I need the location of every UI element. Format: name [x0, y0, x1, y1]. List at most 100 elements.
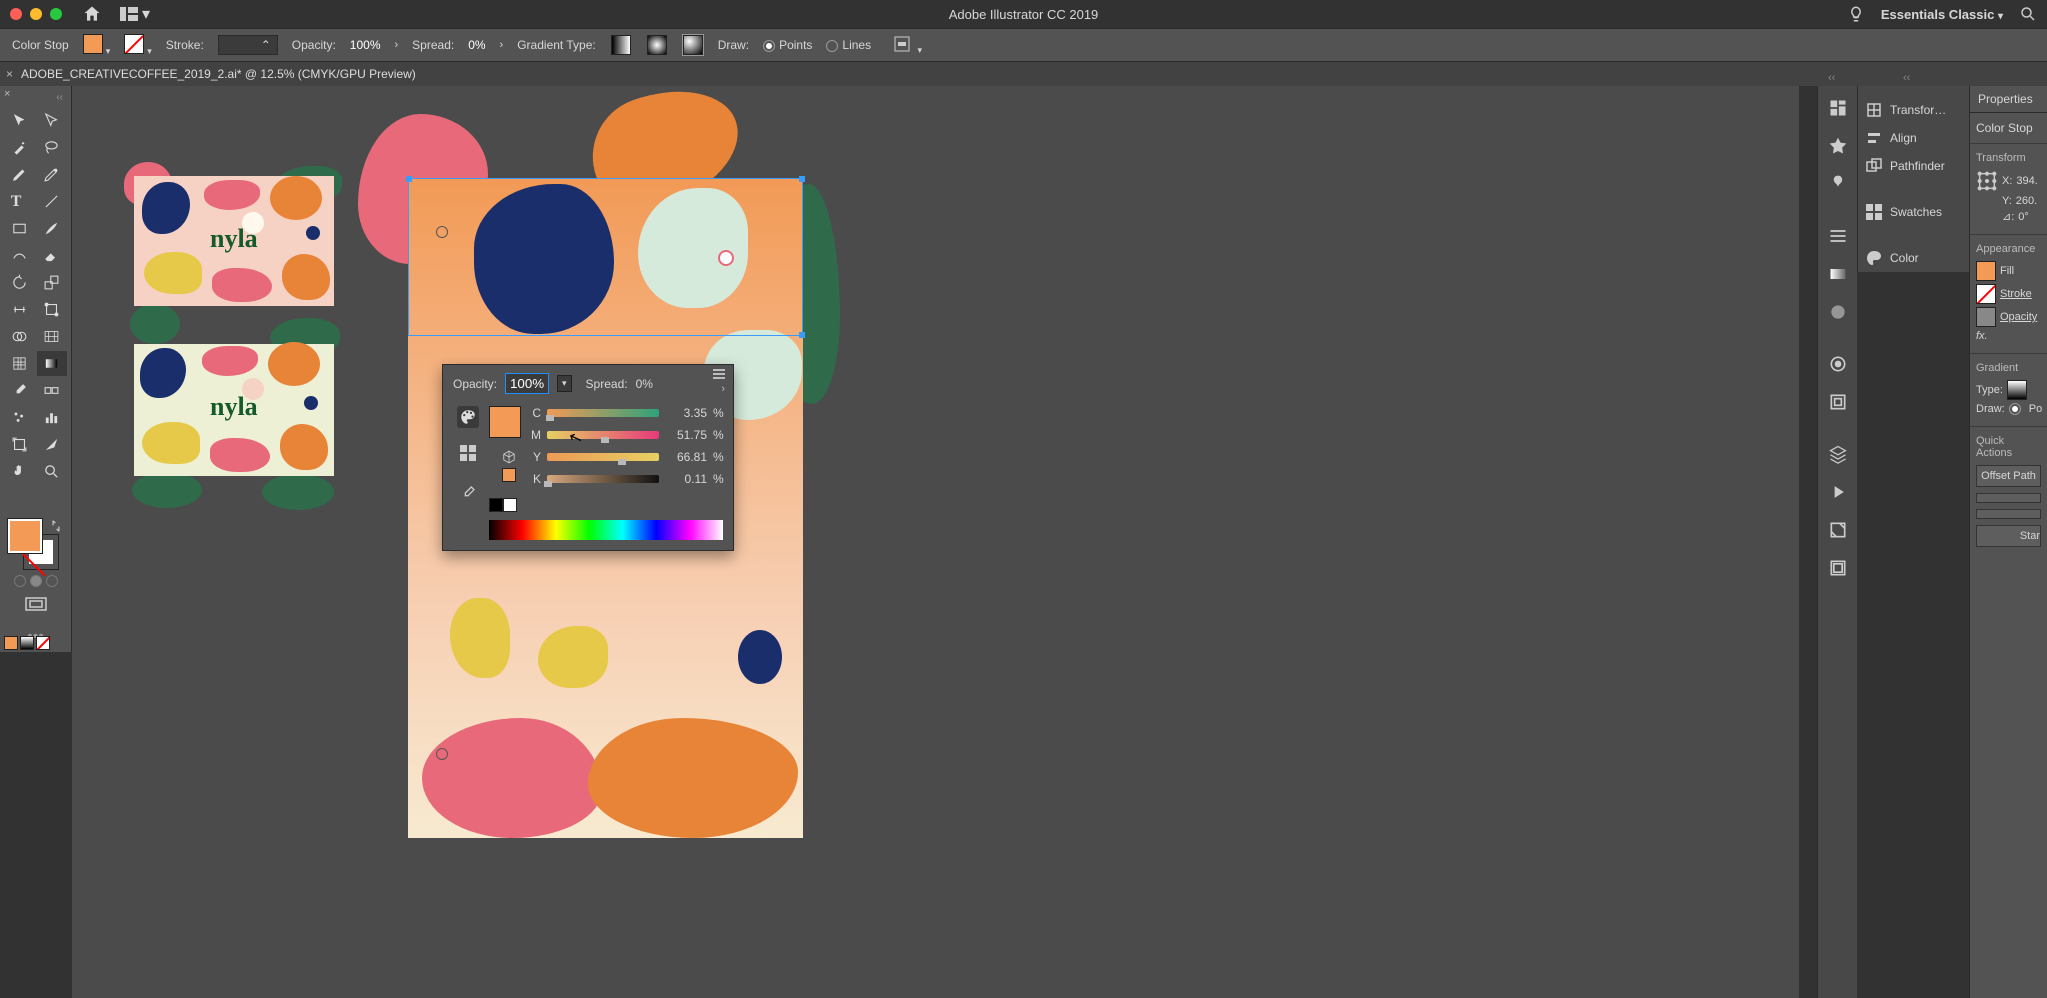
popup-expand-icon[interactable]: › [721, 383, 725, 395]
document-tab[interactable]: ADOBE_CREATIVECOFFEE_2019_2.ai* @ 12.5% … [21, 67, 416, 81]
spectrum-bar[interactable] [489, 520, 723, 540]
draw-lines-radio[interactable]: Lines [826, 38, 871, 52]
layers-panel-icon[interactable] [1828, 444, 1848, 464]
artboard-tool[interactable] [4, 432, 35, 457]
align-panel-button[interactable]: Align [1858, 124, 1969, 152]
mesh-tool[interactable] [4, 351, 35, 376]
quick-action-button[interactable] [1976, 493, 2041, 503]
opacity-row[interactable]: Opacity [1976, 307, 2041, 327]
spread-value[interactable]: 0% [468, 38, 485, 52]
eraser-tool[interactable] [37, 243, 68, 268]
fill-row[interactable]: Fill [1976, 261, 2041, 281]
direct-selection-tool[interactable] [37, 108, 68, 133]
rotate-tool[interactable] [4, 270, 35, 295]
yellow-slider[interactable]: Y 66.81% [529, 450, 723, 464]
shaper-tool[interactable] [4, 243, 35, 268]
gradient-radial-icon[interactable] [647, 35, 667, 55]
popup-spread-value[interactable]: 0% [636, 377, 653, 391]
color-panel-button[interactable]: Color [1858, 244, 1969, 272]
secondary-swatch[interactable] [502, 468, 516, 482]
popup-opacity-input[interactable] [505, 373, 549, 394]
blend-tool[interactable] [37, 378, 68, 403]
scale-tool[interactable] [37, 270, 68, 295]
selection-tool[interactable] [4, 108, 35, 133]
offset-path-button[interactable]: Offset Path [1976, 465, 2041, 487]
screen-mode-icon[interactable] [4, 597, 67, 618]
popup-menu-icon[interactable] [713, 369, 725, 379]
arrange-documents[interactable]: ▾ [120, 4, 150, 24]
maximize-window[interactable] [50, 8, 62, 20]
black-slider[interactable]: K 0.11% [529, 472, 723, 486]
cyan-slider[interactable]: C 3.35% [529, 406, 723, 420]
gradient-point[interactable] [436, 748, 448, 760]
line-tool[interactable] [37, 189, 68, 214]
pathfinder-panel-button[interactable]: Pathfinder [1858, 152, 1969, 180]
opacity-expand-icon[interactable]: › [395, 39, 399, 51]
start-button[interactable]: Star [1976, 525, 2041, 547]
opacity-value[interactable]: 100% [350, 38, 381, 52]
fill-stroke-indicator[interactable] [4, 517, 67, 571]
fill-swatch-control[interactable]: ▾ [83, 34, 111, 57]
stroke-panel-icon[interactable] [1828, 226, 1848, 246]
graphic-styles-icon[interactable] [1828, 392, 1848, 412]
actions-icon[interactable] [1828, 482, 1848, 502]
minimize-window[interactable] [30, 8, 42, 20]
x-position-value[interactable]: 394. [2016, 175, 2037, 187]
appearance-panel-icon[interactable] [1828, 354, 1848, 374]
close-window[interactable] [10, 8, 22, 20]
gradient-tool[interactable] [37, 351, 68, 376]
none-mode-icon[interactable] [36, 636, 50, 650]
transform-panel-button[interactable]: Transfor… [1858, 96, 1969, 124]
transparency-panel-icon[interactable] [1828, 302, 1848, 322]
draw-normal-icon[interactable] [14, 575, 26, 587]
pen-tool[interactable] [4, 162, 35, 187]
properties-tab[interactable]: Properties [1970, 86, 2041, 112]
color-mode-icon[interactable] [4, 636, 18, 650]
stroke-swatch-control[interactable]: ▾ [124, 34, 152, 57]
links-panel-icon[interactable] [1828, 520, 1848, 540]
draw-inside-icon[interactable] [46, 575, 58, 587]
stroke-weight-input[interactable]: ⌃ [218, 35, 278, 55]
gradient-type-swatch[interactable] [2007, 380, 2027, 400]
curvature-tool[interactable] [37, 162, 68, 187]
gradient-linear-icon[interactable] [611, 35, 631, 55]
cube-icon[interactable] [502, 450, 516, 464]
workspace-switcher[interactable]: Essentials Classic ▾ [1881, 7, 2003, 22]
reference-point-icon[interactable] [1976, 170, 1998, 192]
fx-row[interactable]: fx. [1976, 330, 2041, 342]
canvas-area[interactable]: nyla nyla Opac [72, 86, 1799, 998]
swap-fill-stroke-icon[interactable] [49, 519, 63, 533]
lasso-tool[interactable] [37, 135, 68, 160]
spread-expand-icon[interactable]: › [500, 39, 504, 51]
y-position-value[interactable]: 260. [2016, 195, 2037, 207]
gradient-panel-icon[interactable] [1828, 264, 1848, 284]
shape-builder-tool[interactable] [4, 324, 35, 349]
search-icon[interactable] [2019, 5, 2037, 23]
draw-behind-icon[interactable] [30, 575, 42, 587]
gradient-mode-icon[interactable] [20, 636, 34, 650]
properties-panel-icon[interactable] [1828, 98, 1848, 118]
tab-close-icon[interactable]: × [6, 67, 13, 81]
zoom-tool[interactable] [37, 459, 68, 484]
toolbox-collapse[interactable]: ‹‹ [4, 92, 67, 104]
align-to-icon[interactable]: ▾ [893, 35, 922, 56]
magic-wand-tool[interactable] [4, 135, 35, 160]
paintbrush-tool[interactable] [37, 216, 68, 241]
slice-tool[interactable] [37, 432, 68, 457]
width-tool[interactable] [4, 297, 35, 322]
type-tool[interactable]: T [4, 189, 35, 214]
quick-action-button[interactable] [1976, 509, 2041, 519]
magenta-slider[interactable]: M 51.75% [529, 428, 723, 442]
brushes-icon[interactable] [1828, 174, 1848, 194]
hand-tool[interactable] [4, 459, 35, 484]
swatches-panel-button[interactable]: Swatches [1858, 198, 1969, 226]
artboards-panel-icon[interactable] [1828, 558, 1848, 578]
black-white-shortcut[interactable] [489, 498, 723, 512]
symbol-sprayer-tool[interactable] [4, 405, 35, 430]
fill-indicator[interactable] [8, 519, 42, 553]
draw-mode-radio[interactable] [2009, 403, 2021, 415]
gradient-freeform-icon[interactable] [683, 35, 703, 55]
rectangle-tool[interactable] [4, 216, 35, 241]
home-icon[interactable] [82, 4, 102, 24]
color-mixer-tab[interactable] [457, 406, 479, 428]
